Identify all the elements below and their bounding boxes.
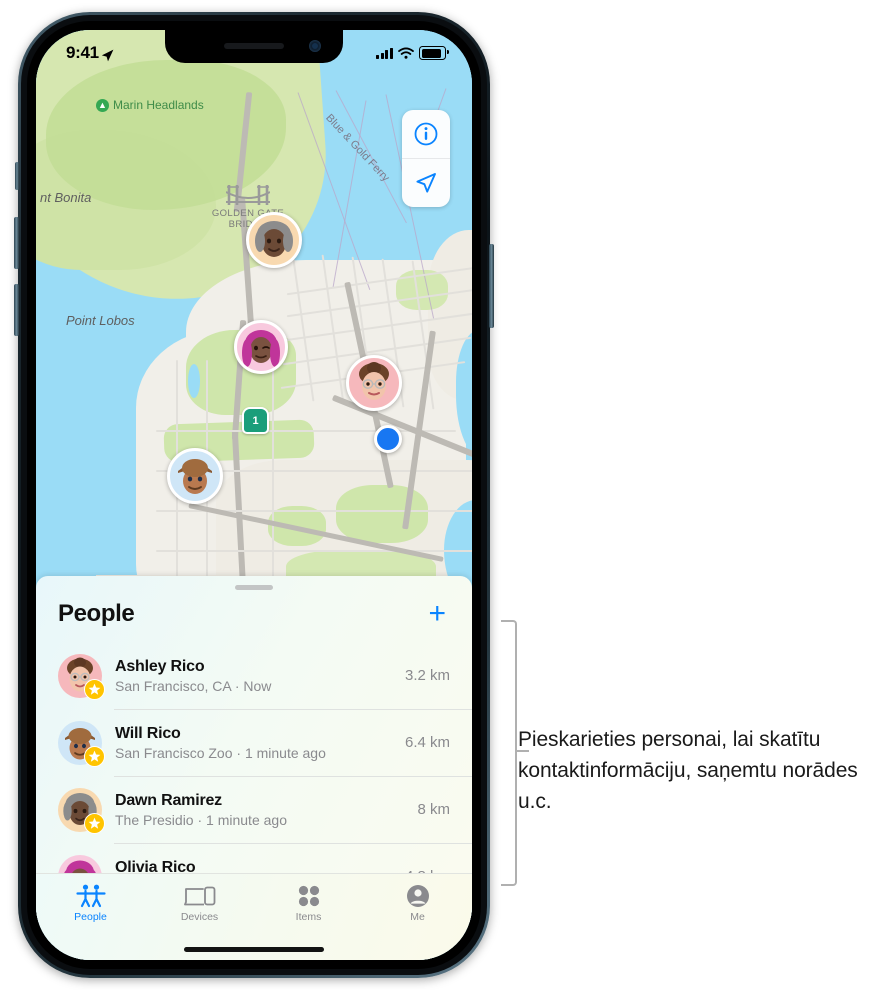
front-camera [309, 40, 321, 52]
battery-icon [419, 46, 449, 60]
volume-down-button[interactable] [14, 284, 19, 336]
wifi-icon [398, 47, 414, 59]
avatar [58, 787, 105, 834]
list-item[interactable]: Dawn Ramirez The Presidio · 1 minute ago… [36, 776, 472, 843]
map-street [156, 550, 472, 552]
person-distance: 6.4 km [404, 734, 450, 751]
tab-me[interactable]: Me [363, 882, 472, 923]
memoji-olivia-icon [242, 330, 280, 367]
person-circle-icon [406, 882, 430, 908]
phone-screen: ▲ Marin Headlands nt Bonita Point Lobos … [36, 30, 472, 960]
golden-gate-bridge-icon [226, 185, 270, 205]
tab-label: Devices [180, 911, 219, 923]
home-indicator[interactable] [184, 947, 324, 952]
items-icon [297, 882, 321, 908]
person-location: San Francisco, CA · Now [115, 677, 272, 694]
notch [165, 30, 343, 63]
map-locate-button[interactable] [402, 158, 450, 207]
person-location: San Francisco Zoo · 1 minute ago [115, 744, 326, 761]
map-label-point-bonita: nt Bonita [40, 190, 92, 205]
map-pin-dawn-ramirez[interactable] [246, 212, 302, 268]
volume-up-button[interactable] [14, 217, 19, 269]
memoji-dawn-icon [255, 221, 293, 257]
star-icon [84, 812, 105, 834]
map-pin-ashley-rico[interactable] [346, 355, 402, 411]
page-title: People [58, 600, 135, 627]
tab-people[interactable]: People [36, 882, 145, 923]
devices-glyph-icon [183, 886, 215, 906]
tab-label: People [74, 911, 107, 923]
status-time-text: 9:41 [66, 43, 99, 62]
list-item-text: Ashley Rico San Francisco, CA · Now [115, 657, 397, 695]
devices-icon [183, 882, 216, 908]
people-glyph-icon [75, 884, 106, 908]
avatar [58, 720, 105, 767]
map-label-marin-headlands: ▲ Marin Headlands [96, 98, 204, 112]
person-location: The Presidio · 1 minute ago [115, 811, 287, 828]
memoji-ashley-icon [359, 362, 389, 400]
park-icon: ▲ [96, 98, 109, 112]
tab-devices[interactable]: Devices [145, 882, 254, 923]
status-icons [376, 46, 449, 60]
person-circle-glyph-icon [406, 885, 429, 907]
status-time: 9:41 [66, 43, 114, 63]
location-arrow-glyph-icon [101, 49, 114, 61]
silence-switch[interactable] [15, 162, 19, 190]
earpiece-speaker [224, 43, 284, 49]
star-glyph-icon [88, 817, 101, 829]
person-distance: 3.2 km [404, 667, 450, 684]
map-info-button[interactable] [402, 110, 450, 158]
list-item-text: Dawn Ramirez The Presidio · 1 minute ago [115, 791, 409, 829]
map-label-point-lobos: Point Lobos [66, 313, 135, 328]
list-item[interactable]: Ashley Rico San Francisco, CA · Now 3.2 … [36, 642, 472, 709]
star-glyph-icon [88, 750, 101, 762]
map-label-text: Marin Headlands [113, 98, 204, 112]
star-icon [84, 745, 105, 767]
map-park-a [336, 485, 428, 543]
person-name: Will Rico [115, 724, 181, 742]
list-item-text: Will Rico San Francisco Zoo · 1 minute a… [115, 724, 397, 762]
current-location-dot[interactable] [374, 425, 402, 453]
tab-label: Items [295, 911, 322, 923]
tab-label: Me [410, 911, 425, 923]
avatar [58, 653, 105, 700]
person-distance: 8 km [417, 801, 450, 818]
location-arrow-icon [101, 47, 114, 61]
annotation-bracket [501, 620, 517, 886]
list-item[interactable]: Will Rico San Francisco Zoo · 1 minute a… [36, 709, 472, 776]
star-icon [84, 678, 105, 700]
highway-1-shield-icon: 1 [242, 407, 269, 434]
map-lake [188, 364, 200, 398]
map-controls [402, 110, 450, 207]
annotation-text: Pieskarieties personai, lai skatītu kont… [518, 728, 858, 813]
cellular-bars-icon [376, 47, 393, 59]
map-pin-will-rico[interactable] [167, 448, 223, 504]
power-button[interactable] [489, 244, 494, 328]
iphone-device: ▲ Marin Headlands nt Bonita Point Lobos … [14, 12, 494, 978]
memoji-will-icon [178, 459, 212, 494]
person-name: Dawn Ramirez [115, 791, 222, 809]
add-person-button[interactable]: + [428, 599, 446, 629]
sheet-drag-handle[interactable] [235, 585, 273, 590]
map-pin-olivia-rico[interactable] [234, 320, 288, 374]
tab-items[interactable]: Items [254, 882, 363, 923]
person-name: Ashley Rico [115, 657, 205, 675]
people-icon [75, 882, 106, 908]
info-circle-icon [414, 122, 438, 146]
location-arrow-icon [416, 173, 436, 193]
star-glyph-icon [88, 683, 101, 695]
items-glyph-icon [298, 885, 319, 907]
